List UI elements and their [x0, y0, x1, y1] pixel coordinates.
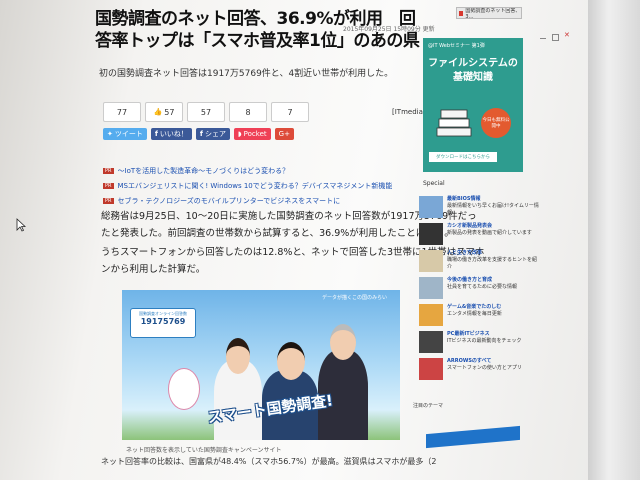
twitter-bird-icon: ✦ [107, 130, 113, 138]
ad-title-line: ファイルシステムの [428, 58, 518, 69]
list-item[interactable]: 最新BIOS情報 最新情報をいち早くお届け!タイムリー情報 [419, 196, 539, 220]
item-text: 社員を育てるために必要な情報 [447, 284, 518, 290]
pocket-icon: ◗ [237, 130, 242, 138]
article-subtitle: 初の国勢調査ネット回答は1917万5769件と、4割近い世帯が利用した。 [99, 69, 394, 79]
article-source: [ITmedia] [392, 108, 426, 116]
taskbar-strip [426, 425, 520, 449]
article-paragraph-1: 総務省は9月25日、10～20日に実施した国勢調査のネット回答数が1917万57… [101, 208, 477, 242]
list-item[interactable]: 今後の働き方と育成 社員を育てるために必要な情報 [419, 277, 539, 301]
mascot-icon [168, 368, 200, 410]
facebook-share-button[interactable]: f シェア [195, 128, 230, 140]
books-icon [436, 109, 472, 137]
counter-value: 19175769 [140, 317, 186, 326]
item-text: 職場の働き方改革を支援するヒントを紹介 [447, 257, 538, 270]
item-text: 新製品の発表を動画で紹介しています [447, 230, 532, 236]
share-buttons: ✦ ツイート f いいね！ f シェア ◗ Pocket G+ [103, 128, 294, 140]
paragraph-line: うちスマートフォンから回答したのは12.8%と、ネットで回答した3世帯に1世帯は… [101, 247, 485, 258]
item-title: 最新BIOS情報 [447, 196, 481, 202]
pr-badge: PR [103, 167, 114, 174]
ad-series-label: @IT Webセミナー 第1弾 [428, 43, 485, 49]
tweet-button[interactable]: ✦ ツイート [103, 128, 147, 140]
monitor-bezel [588, 0, 640, 480]
pr-badge: PR [103, 197, 114, 204]
monitor-screen: 国勢調査のネット回答、3... ✕ 国勢調査のネット回答、36.9%が利用 回答… [0, 0, 640, 480]
facebook-icon: f [154, 130, 158, 138]
article-date: 2015年09月25日 15時09分 更新 [343, 26, 435, 33]
thumbs-up-icon: 👍 [153, 108, 163, 116]
window-maximize-icon[interactable] [552, 34, 559, 41]
window-minimize-icon[interactable] [540, 38, 546, 39]
item-text: ITビジネスの最新動向をチェック [447, 338, 522, 344]
image-caption: ネット回答数を表示していた国勢調査キャンペーンサイト [126, 447, 282, 454]
thumbnail-image [419, 223, 443, 245]
item-text: エンタメ情報を毎日更新 [447, 311, 502, 317]
count-box: 57 [187, 102, 225, 122]
share-label: シェア [204, 130, 226, 138]
pr-link[interactable]: MSエバンジェリストに聞く! Windows 10でどう変わる？デバイスマネジメ… [118, 181, 393, 191]
mouse-pointer-icon [16, 218, 26, 232]
gplus-label: G+ [278, 130, 290, 138]
special-section-title: Special [423, 180, 445, 187]
campaign-hero-image[interactable]: データが描くこの国のみらい 国勢調査オンライン回答数 19175769 スマート… [122, 290, 400, 440]
item-text: スマートフォンの使い方とアプリ [447, 365, 522, 371]
like-count: 57 [164, 107, 175, 117]
like-count-box[interactable]: 👍 57 [145, 102, 183, 122]
pocket-label: Pocket [243, 130, 267, 138]
paragraph-line: 総務省は9月25日、10～20日に実施した国勢調査のネット回答数が1917万57… [101, 211, 477, 222]
thumbnail-image [419, 250, 443, 272]
thumbnail-image [419, 358, 443, 380]
article-paragraph-3: ネット回答率の比較は、国富県が48.4%（スマホ56.7%）が最高。滋賀県はスマ… [101, 457, 437, 466]
count-box: 8 [229, 102, 267, 122]
item-title: 今後の働き方と育成 [447, 277, 493, 283]
browser-tab[interactable]: 国勢調査のネット回答、3... [456, 7, 522, 19]
thumbnail-image [419, 196, 443, 218]
list-item[interactable]: 人と生き方改革 職場の働き方改革を支援するヒントを紹介 [419, 250, 539, 274]
hero-tagline: データが描くこの国のみらい [322, 295, 388, 301]
list-item[interactable]: PR セブラ・テクノロジーズのモバイルプリンターでビジネスをスマートに [103, 194, 403, 207]
like-label: いいね！ [159, 130, 188, 138]
pr-links: PR ～IoTを活用した製造革命～モノづくりはどう変わる？ PR MSエバンジェリス… [103, 164, 403, 209]
paragraph-line: ンから利用した計算だ。 [101, 264, 206, 275]
count-box: 77 [103, 102, 141, 122]
article-paragraph-2: うちスマートフォンから回答したのは12.8%と、ネットで回答した3世帯に1世帯は… [101, 244, 485, 278]
thumbnail-image [419, 277, 443, 299]
ad-title-line: 基礎知識 [453, 72, 493, 83]
pr-link[interactable]: ～IoTを活用した製造革命～モノづくりはどう変わる？ [118, 166, 290, 176]
facebook-like-button[interactable]: f いいね！ [150, 128, 192, 140]
ad-title: ファイルシステムの 基礎知識 [423, 57, 523, 85]
paragraph-line: たと発表した。前回調査の世帯数から試算すると、36.9%が利用したことになる。 [101, 228, 454, 239]
item-title: カシオ新製品発表会 [447, 223, 493, 229]
item-title: PC最新ITビジネス [447, 331, 490, 337]
share-counts: 77 👍 57 57 8 7 [103, 102, 309, 122]
item-title: ゲーム&音楽でたのしむ [447, 304, 502, 310]
pr-badge: PR [103, 182, 114, 189]
special-list: 最新BIOS情報 最新情報をいち早くお届け!タイムリー情報 カシオ新製品発表会 新製… [419, 196, 539, 385]
facebook-icon: f [199, 130, 203, 138]
count-box: 7 [271, 102, 309, 122]
list-item[interactable]: カシオ新製品発表会 新製品の発表を動画で紹介しています [419, 223, 539, 247]
ad-download-button[interactable]: ダウンロードはこちらから [429, 152, 497, 162]
list-item[interactable]: PC最新ITビジネス ITビジネスの最新動向をチェック [419, 331, 539, 355]
list-item[interactable]: ゲーム&音楽でたのしむ エンタメ情報を毎日更新 [419, 304, 539, 328]
site-favicon-icon [459, 10, 464, 16]
list-item[interactable]: ARROWSのすべて スマートフォンの使い方とアプリ [419, 358, 539, 382]
pocket-button[interactable]: ◗ Pocket [233, 128, 271, 140]
online-answer-counter: 国勢調査オンライン回答数 19175769 [130, 308, 196, 338]
item-text: 最新情報をいち早くお届け!タイムリー情報 [447, 203, 539, 216]
google-plus-button[interactable]: G+ [274, 128, 294, 140]
tweet-label: ツイート [114, 130, 143, 138]
list-item[interactable]: PR MSエバンジェリストに聞く! Windows 10でどう変わる？デバイスマネ… [103, 179, 403, 192]
thumbnail-image [419, 304, 443, 326]
sidebar-footer-label: 注目のテーマ [413, 403, 444, 409]
browser-tab-title: 国勢調査のネット回答、3... [465, 7, 521, 19]
pr-link[interactable]: セブラ・テクノロジーズのモバイルプリンターでビジネスをスマートに [118, 196, 341, 206]
window-close-icon[interactable]: ✕ [564, 31, 570, 39]
item-title: ARROWSのすべて [447, 358, 492, 364]
sidebar-ad-banner[interactable]: @IT Webセミナー 第1弾 ファイルシステムの 基礎知識 今日も無料公開中 … [423, 38, 523, 172]
thumbnail-image [419, 331, 443, 353]
ad-free-badge: 今日も無料公開中 [481, 108, 511, 138]
list-item[interactable]: PR ～IoTを活用した製造革命～モノづくりはどう変わる？ [103, 164, 403, 177]
item-title: 人と生き方改革 [447, 250, 483, 256]
